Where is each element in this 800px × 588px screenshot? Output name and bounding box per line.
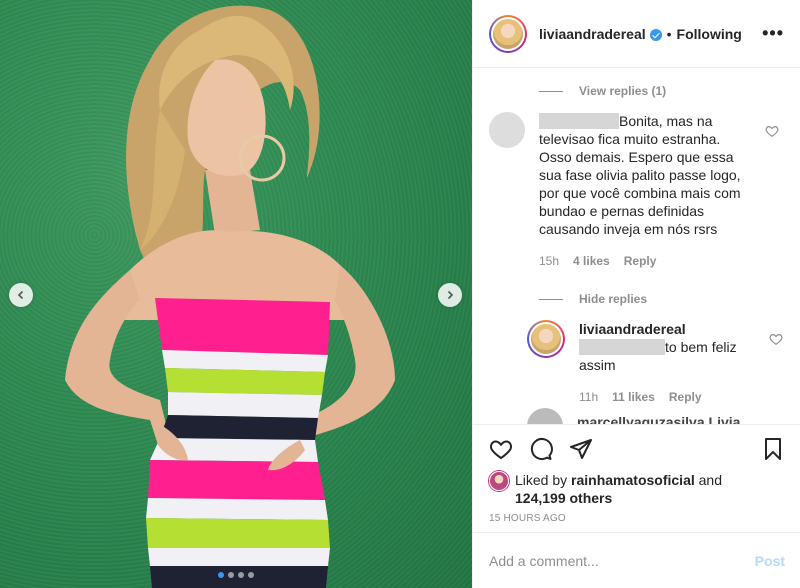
likes-text: Liked by rainhamatosoficial and 124,199 …: [515, 471, 722, 507]
heart-icon[interactable]: [489, 437, 513, 461]
header-separator: •: [666, 25, 672, 42]
view-replies-label: View replies (1): [579, 84, 667, 98]
share-icon[interactable]: [569, 437, 593, 461]
replies-divider: [539, 90, 563, 92]
redacted-mention: [579, 339, 665, 355]
verified-badge-icon: [649, 28, 662, 41]
author-avatar[interactable]: [489, 14, 527, 53]
chevron-left-icon: [17, 290, 24, 300]
add-comment-input[interactable]: [489, 552, 755, 569]
post-header: liviaandradereal • Following •••: [473, 0, 800, 68]
reply-item: liviaandradereal to bem feliz assim 11h …: [527, 320, 783, 406]
comment-likes[interactable]: 4 likes: [573, 252, 610, 270]
carousel-dot: [218, 572, 224, 578]
commenter-avatar[interactable]: [489, 112, 525, 148]
chevron-right-icon: [447, 290, 454, 300]
avatar-picture: [531, 324, 561, 354]
comment-text-content: Bonita, mas na televisao fica muito estr…: [539, 113, 741, 237]
redacted-username: [539, 113, 619, 129]
comment-meta: 15h 4 likes Reply: [539, 252, 753, 270]
comment-icon[interactable]: [529, 437, 553, 461]
liker-username[interactable]: rainhamatosoficial: [571, 472, 695, 488]
avatar-inner: [529, 322, 563, 356]
partial-comment-text: marcellyaquzasilva Livia: [577, 414, 741, 424]
carousel-dot: [228, 572, 234, 578]
commenter-avatar[interactable]: [527, 408, 563, 424]
comment-like-heart-icon[interactable]: [765, 124, 779, 138]
bookmark-icon[interactable]: [761, 437, 785, 461]
reply-likes[interactable]: 11 likes: [612, 388, 655, 406]
likes-others-count[interactable]: 124,199 others: [515, 490, 612, 506]
reply-text: to bem feliz assim: [579, 338, 749, 374]
replies-divider: [539, 298, 563, 300]
reply-meta: 11h 11 likes Reply: [579, 388, 749, 406]
avatar-inner: [491, 16, 525, 51]
liked-by-prefix: Liked by: [515, 472, 568, 488]
reply-author-avatar[interactable]: [527, 320, 565, 358]
comments-list[interactable]: View replies (1) Bonita, mas na televisa…: [473, 68, 800, 424]
reply-username[interactable]: liviaandradereal: [579, 320, 749, 338]
hide-replies-label: Hide replies: [579, 292, 648, 306]
following-button[interactable]: Following: [677, 26, 742, 42]
post-actions-section: Liked by rainhamatosoficial and 124,199 …: [473, 424, 800, 588]
post-side-panel: liviaandradereal • Following ••• View re…: [472, 0, 800, 588]
author-username[interactable]: liviaandradereal: [539, 26, 646, 42]
action-icons-row: [473, 425, 800, 461]
comment-time[interactable]: 15h: [539, 252, 559, 270]
reply-time[interactable]: 11h: [579, 388, 598, 406]
carousel-dot: [238, 572, 244, 578]
next-photo-button[interactable]: [438, 283, 462, 307]
reply-like-heart-icon[interactable]: [769, 332, 783, 346]
more-options-icon[interactable]: •••: [762, 23, 784, 44]
likes-and: and: [698, 472, 722, 488]
post-photo[interactable]: [0, 0, 472, 588]
carousel-dot: [248, 572, 254, 578]
previous-photo-button[interactable]: [9, 283, 33, 307]
comment-item-partial: marcellyaquzasilva Livia: [527, 408, 740, 424]
hide-replies-button[interactable]: Hide replies: [539, 292, 647, 306]
comment-item: Bonita, mas na televisao fica muito estr…: [489, 112, 779, 270]
reply-reply-button[interactable]: Reply: [669, 388, 702, 406]
post-timestamp[interactable]: 15 HOURS AGO: [473, 507, 800, 524]
post-comment-button[interactable]: Post: [755, 553, 785, 569]
comment-reply-button[interactable]: Reply: [624, 252, 657, 270]
comment-body: Bonita, mas na televisao fica muito estr…: [539, 112, 753, 270]
avatar-picture: [493, 18, 523, 49]
add-comment-bar: Post: [473, 532, 800, 588]
likes-summary: Liked by rainhamatosoficial and 124,199 …: [473, 461, 800, 507]
carousel-dots: [218, 572, 254, 578]
comment-text: Bonita, mas na televisao fica muito estr…: [539, 112, 753, 238]
woman-illustration: [65, 5, 395, 588]
reply-body: liviaandradereal to bem feliz assim 11h …: [579, 320, 749, 406]
liker-avatar[interactable]: [489, 471, 509, 491]
view-replies-button[interactable]: View replies (1): [539, 84, 666, 98]
